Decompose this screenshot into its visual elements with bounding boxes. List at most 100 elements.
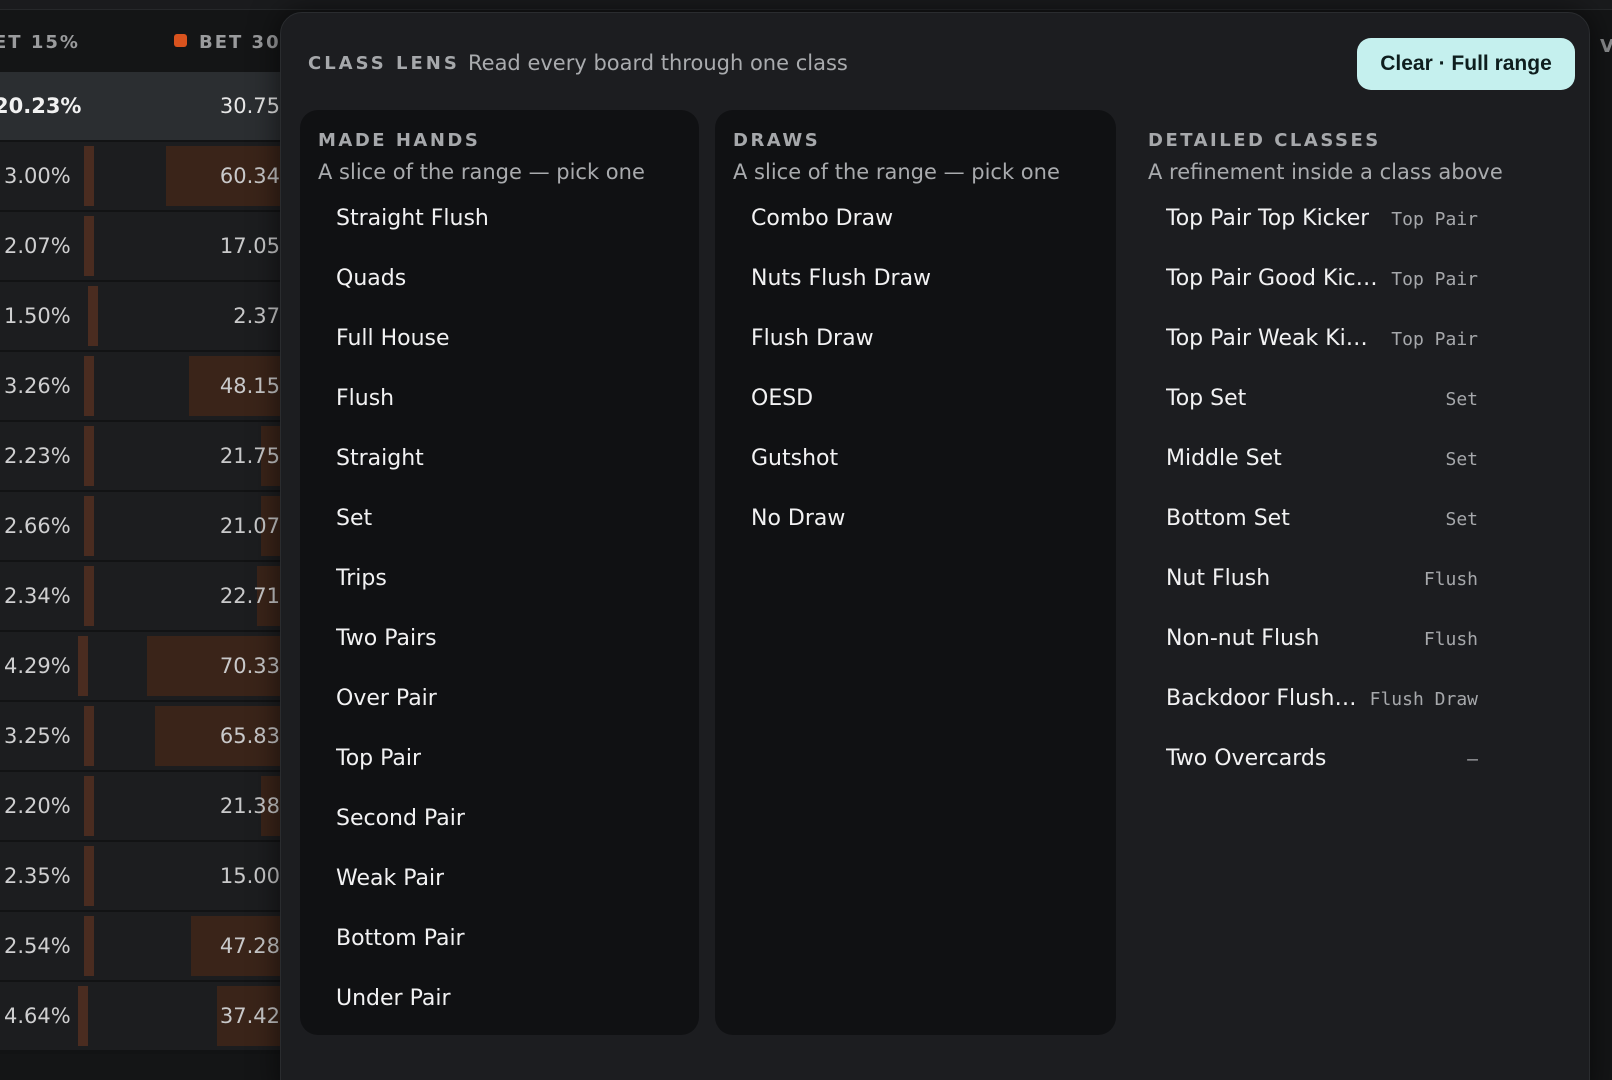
made-hand-item[interactable]: Quads [318, 256, 681, 316]
row-bet-value: 60.34 [219, 164, 280, 188]
made-hand-item[interactable]: Under Pair [318, 976, 681, 1036]
row-bet-value: 15.00 [219, 864, 280, 888]
table-row[interactable]: 2.07% 17.05 [0, 212, 300, 284]
made-hand-item[interactable]: Set [318, 496, 681, 556]
made-hand-item-label: Flush [336, 386, 395, 411]
parent-class-tag: Flush [1423, 569, 1478, 590]
detailed-class-label: Top Pair Top Kicker [1166, 206, 1370, 231]
made-hand-item[interactable]: Flush [318, 376, 681, 436]
made-hand-item[interactable]: Trips [318, 556, 681, 616]
column-header-bet-30-label: BET 30 [199, 32, 281, 53]
draw-item[interactable]: No Draw [733, 496, 1098, 556]
made-hand-item[interactable]: Bottom Pair [318, 916, 681, 976]
made-hand-item[interactable]: Straight [318, 436, 681, 496]
row-bet-value: 17.05 [219, 234, 280, 258]
made-hand-item-label: Quads [336, 266, 407, 291]
detailed-class-label: Top Pair Good Kick... [1166, 266, 1380, 291]
row-bet-value: 2.37 [233, 304, 280, 328]
detailed-class-item[interactable]: Middle Set Set [1148, 436, 1496, 496]
detailed-class-item[interactable]: Top Pair Good Kick... Top Pair [1148, 256, 1496, 316]
row-frequency: 2.66% [4, 514, 71, 538]
detailed-class-label: Backdoor Flush ... [1166, 686, 1358, 711]
draw-item[interactable]: Combo Draw [733, 196, 1098, 256]
table-row[interactable]: 2.20% 21.38 [0, 772, 300, 844]
row-frequency: 2.23% [4, 444, 71, 468]
made-hand-item-label: Under Pair [336, 986, 451, 1011]
made-hand-item-label: Over Pair [336, 686, 437, 711]
made-hand-item[interactable]: Full House [318, 316, 681, 376]
table-row[interactable]: 2.54% 47.28 [0, 912, 300, 984]
parent-class-tag: Top Pair [1391, 269, 1478, 290]
made-hand-item[interactable]: Top Pair [318, 736, 681, 796]
made-hands-title: MADE HANDS [318, 130, 481, 151]
table-row[interactable]: 3.25% 65.83 [0, 702, 300, 774]
made-hand-item-label: Second Pair [336, 806, 465, 831]
made-hands-subtitle: A slice of the range — pick one [318, 160, 645, 184]
draws-subtitle: A slice of the range — pick one [733, 160, 1060, 184]
detailed-class-item[interactable]: Two Overcards — [1148, 736, 1496, 796]
detailed-class-item[interactable]: Nut Flush Flush [1148, 556, 1496, 616]
row-bet-value: 47.28 [219, 934, 280, 958]
draws-list: Combo Draw Nuts Flush Draw Flush Draw OESD G… [733, 196, 1098, 556]
row-bar-accent [84, 916, 94, 976]
draw-item[interactable]: OESD [733, 376, 1098, 436]
draw-item-label: No Draw [751, 506, 846, 531]
row-bar-accent [78, 986, 88, 1046]
detailed-class-item[interactable]: Non-nut Flush Flush [1148, 616, 1496, 676]
clear-full-range-button[interactable]: Clear · Full range [1357, 38, 1575, 90]
strategy-table: ET 15% BET 30 20.23% 30.75 3.00% 60.34 2.07%… [0, 0, 300, 1080]
made-hand-item[interactable]: Over Pair [318, 676, 681, 736]
row-bar-accent [84, 216, 94, 276]
table-row[interactable]: 1.50% 2.37 [0, 282, 300, 354]
detailed-class-item[interactable]: Backdoor Flush ... Flush Draw [1148, 676, 1496, 736]
row-bet-value: 48.15 [219, 374, 280, 398]
row-bar-accent [84, 706, 94, 766]
draw-item[interactable]: Flush Draw [733, 316, 1098, 376]
detailed-class-item[interactable]: Top Pair Top Kicker Top Pair [1148, 196, 1496, 256]
table-row[interactable]: 4.64% 37.42 [0, 982, 300, 1054]
made-hand-item[interactable]: Straight Flush [318, 196, 681, 256]
panel-title: CLASS LENS [308, 53, 460, 74]
draws-title: DRAWS [733, 130, 821, 151]
row-frequency: 4.29% [4, 654, 71, 678]
row-frequency: 2.35% [4, 864, 71, 888]
made-hand-item-label: Straight [336, 446, 424, 471]
detailed-class-item[interactable]: Bottom Set Set [1148, 496, 1496, 556]
table-row[interactable]: 2.66% 21.07 [0, 492, 300, 564]
detailed-class-label: Two Overcards [1166, 746, 1327, 771]
row-frequency: 2.07% [4, 234, 71, 258]
right-edge-header: V [1600, 36, 1612, 57]
detailed-classes-title: DETAILED CLASSES [1148, 130, 1381, 151]
draw-item[interactable]: Nuts Flush Draw [733, 256, 1098, 316]
row-bar-accent [78, 636, 88, 696]
made-hand-item-label: Straight Flush [336, 206, 489, 231]
column-header-bet-30: BET 30 [174, 32, 281, 53]
draw-item-label: Flush Draw [751, 326, 874, 351]
made-hand-item-label: Trips [336, 566, 387, 591]
row-bar-accent [84, 566, 94, 626]
row-separator [0, 1050, 300, 1054]
made-hand-item[interactable]: Two Pairs [318, 616, 681, 676]
detailed-class-item[interactable]: Top Pair Weak Kick... Top Pair [1148, 316, 1496, 376]
parent-class-tag: Set [1445, 449, 1478, 470]
detailed-class-label: Top Set [1166, 386, 1247, 411]
made-hand-item[interactable]: Weak Pair [318, 856, 681, 916]
row-frequency: 3.00% [4, 164, 71, 188]
table-row[interactable]: 20.23% 30.75 [0, 72, 300, 144]
table-row[interactable]: 2.35% 15.00 [0, 842, 300, 914]
table-row[interactable]: 2.34% 22.71 [0, 562, 300, 634]
row-bar-accent [88, 286, 98, 346]
parent-class-tag: Flush Draw [1369, 689, 1478, 710]
table-row[interactable]: 4.29% 70.33 [0, 632, 300, 704]
made-hand-item[interactable]: Second Pair [318, 796, 681, 856]
row-bar-accent [84, 776, 94, 836]
detailed-class-label: Nut Flush [1166, 566, 1271, 591]
panel-subtitle: Read every board through one class [468, 51, 848, 75]
detailed-class-item[interactable]: Top Set Set [1148, 376, 1496, 436]
made-hand-item-label: Top Pair [336, 746, 422, 771]
table-row[interactable]: 3.00% 60.34 [0, 142, 300, 214]
draw-item[interactable]: Gutshot [733, 436, 1098, 496]
draws-column: DRAWS A slice of the range — pick one Co… [715, 110, 1116, 1035]
table-row[interactable]: 3.26% 48.15 [0, 352, 300, 424]
table-row[interactable]: 2.23% 21.75 [0, 422, 300, 494]
